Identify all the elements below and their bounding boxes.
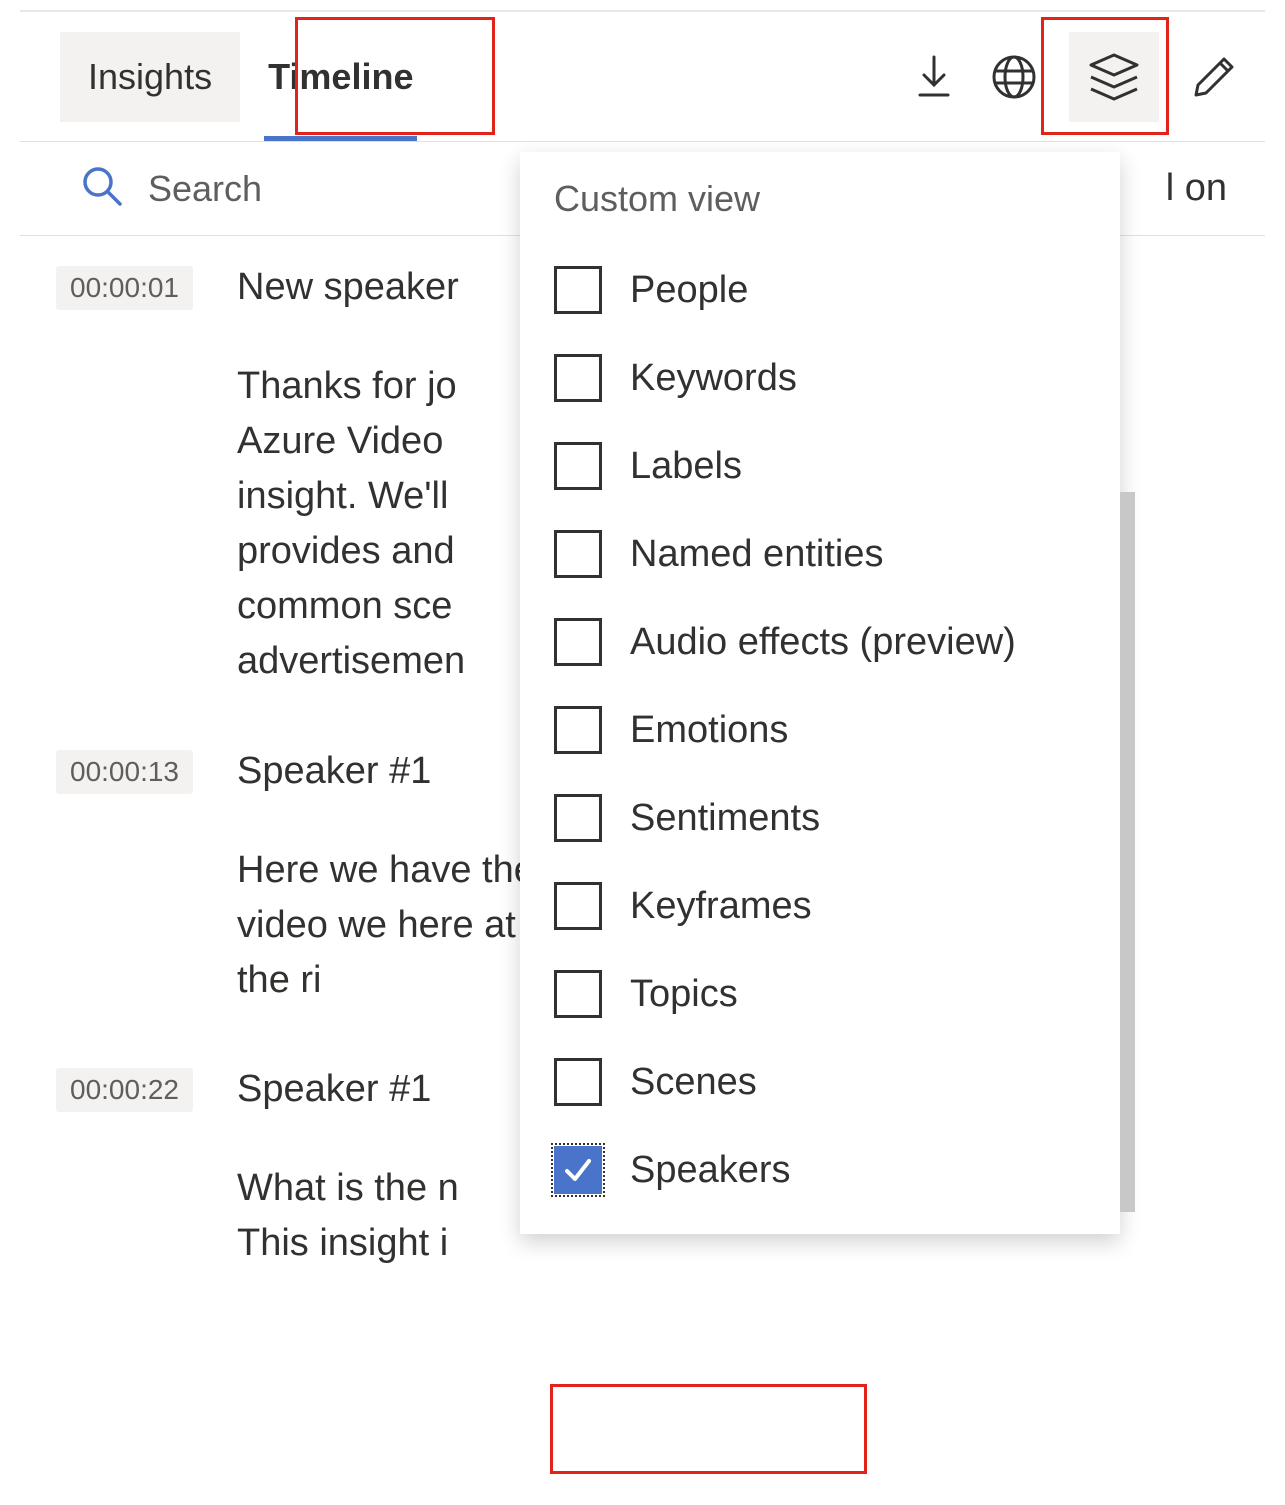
custom-view-dropdown: Custom view People Keywords Labels Named… (520, 152, 1120, 1234)
dropdown-item-keywords[interactable]: Keywords (520, 334, 1120, 422)
timestamp[interactable]: 00:00:01 (56, 266, 193, 310)
pencil-icon (1192, 55, 1236, 99)
transcript-text: Thanks for jo Azure Video insight. We'll… (237, 359, 537, 690)
checkbox[interactable] (554, 882, 602, 930)
dropdown-item-label: Scenes (630, 1061, 757, 1104)
checkbox[interactable] (554, 706, 602, 754)
dropdown-item-label: Keywords (630, 357, 797, 400)
checkbox[interactable] (554, 618, 602, 666)
checkbox[interactable] (554, 442, 602, 490)
dropdown-item-named-entities[interactable]: Named entities (520, 510, 1120, 598)
checkbox[interactable] (554, 1058, 602, 1106)
search-input[interactable] (148, 168, 408, 210)
tab-timeline[interactable]: Timeline (240, 12, 441, 141)
checkbox[interactable] (554, 266, 602, 314)
dropdown-item-label: Speakers (630, 1149, 791, 1192)
download-icon (914, 55, 954, 99)
search-icon (80, 164, 124, 213)
globe-icon (991, 54, 1037, 100)
checkbox[interactable] (554, 530, 602, 578)
checkbox[interactable] (554, 354, 602, 402)
dropdown-title: Custom view (520, 172, 1120, 246)
checkbox-checked[interactable] (554, 1146, 602, 1194)
dropdown-item-keyframes[interactable]: Keyframes (520, 862, 1120, 950)
dropdown-item-label: Emotions (630, 709, 788, 752)
obscured-text: l on (1166, 167, 1227, 210)
dropdown-item-label: Labels (630, 445, 742, 488)
dropdown-item-scenes[interactable]: Scenes (520, 1038, 1120, 1126)
dropdown-item-label: People (630, 269, 748, 312)
dropdown-item-label: Keyframes (630, 885, 812, 928)
transcript-text: What is the n This insight i (237, 1161, 537, 1271)
custom-view-button[interactable] (1069, 32, 1159, 122)
dropdown-item-emotions[interactable]: Emotions (520, 686, 1120, 774)
dropdown-item-label: Named entities (630, 533, 883, 576)
dropdown-item-people[interactable]: People (520, 246, 1120, 334)
checkbox[interactable] (554, 970, 602, 1018)
dropdown-item-sentiments[interactable]: Sentiments (520, 774, 1120, 862)
tabs: Insights Timeline (20, 12, 441, 141)
download-button[interactable] (909, 52, 959, 102)
transcript-text: Here we have the video we here at the ri (237, 843, 537, 1008)
annotation-highlight (550, 1384, 867, 1474)
scrollbar[interactable] (1120, 492, 1135, 1212)
dropdown-item-audio-effects[interactable]: Audio effects (preview) (520, 598, 1120, 686)
globe-button[interactable] (989, 52, 1039, 102)
dropdown-item-topics[interactable]: Topics (520, 950, 1120, 1038)
timestamp[interactable]: 00:00:13 (56, 750, 193, 794)
toolbar (909, 32, 1239, 122)
dropdown-item-labels[interactable]: Labels (520, 422, 1120, 510)
check-icon (561, 1153, 595, 1187)
checkbox[interactable] (554, 794, 602, 842)
dropdown-item-label: Topics (630, 973, 738, 1016)
edit-button[interactable] (1189, 52, 1239, 102)
layers-icon (1087, 52, 1141, 102)
dropdown-item-label: Sentiments (630, 797, 820, 840)
dropdown-item-label: Audio effects (preview) (630, 621, 1016, 664)
dropdown-item-speakers[interactable]: Speakers (520, 1126, 1120, 1214)
header-row: Insights Timeline (20, 12, 1265, 142)
timestamp[interactable]: 00:00:22 (56, 1068, 193, 1112)
tab-insights[interactable]: Insights (60, 32, 240, 122)
